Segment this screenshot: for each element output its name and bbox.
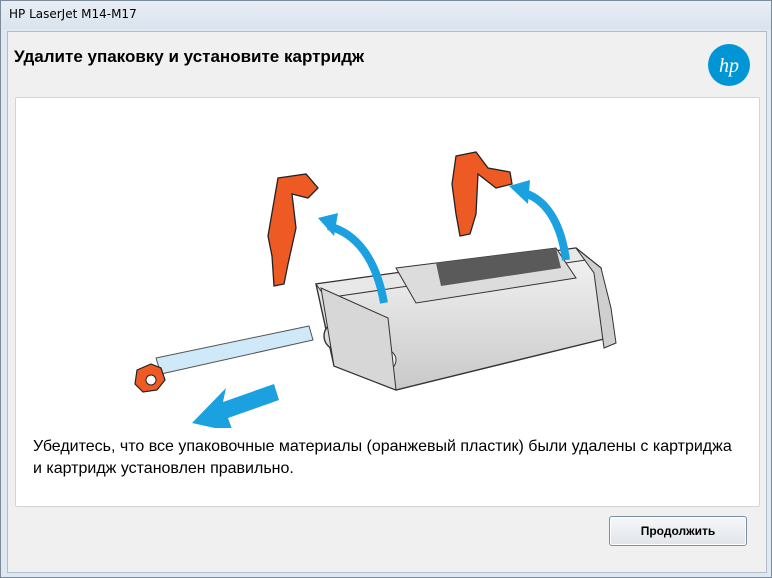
- instruction-text: Убедитесь, что все упаковочные материалы…: [33, 438, 732, 477]
- page-title: Удалите упаковку и установите картридж: [14, 47, 365, 66]
- continue-button[interactable]: Продолжить: [609, 516, 747, 546]
- packaging-clip-left: [267, 173, 319, 287]
- seal-strip: [134, 325, 314, 393]
- packaging-clip-right: [451, 151, 513, 237]
- window-content: Удалите упаковку и установите картридж h…: [7, 31, 767, 573]
- toner-cartridge: [315, 247, 617, 391]
- remove-strip-arrow-icon: [192, 384, 279, 428]
- installer-window: HP LaserJet M14-M17 Удалите упаковку и у…: [0, 0, 772, 578]
- title-bar: HP LaserJet M14-M17: [1, 1, 771, 29]
- window-title: HP LaserJet M14-M17: [9, 7, 137, 21]
- svg-text:hp: hp: [719, 55, 739, 77]
- content-panel: Убедитесь, что все упаковочные материалы…: [15, 97, 760, 507]
- cartridge-illustration: [134, 151, 617, 428]
- hp-logo-icon: hp: [708, 44, 750, 86]
